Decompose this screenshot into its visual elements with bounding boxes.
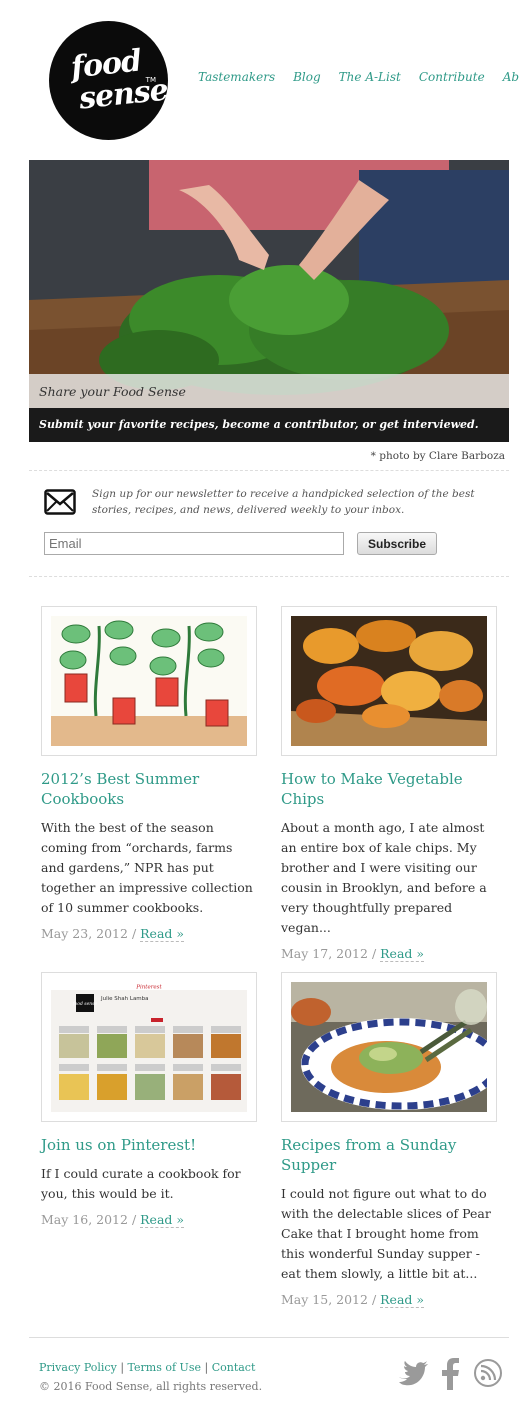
- post-meta: May 15, 2012 / Read »: [281, 1292, 497, 1308]
- newsletter-description: Sign up for our newsletter to receive a …: [92, 488, 475, 516]
- post-thumbnail[interactable]: [281, 972, 497, 1122]
- read-more-link[interactable]: Read »: [140, 926, 185, 942]
- footer-divider: [29, 1337, 509, 1338]
- post-meta: May 23, 2012 / Read »: [41, 926, 257, 942]
- post-excerpt: If I could curate a cookbook for you, th…: [41, 1166, 241, 1201]
- footer-separator: |: [204, 1361, 209, 1374]
- hero-subcaption: Submit your favorite recipes, become a c…: [29, 408, 509, 442]
- post-title[interactable]: How to Make Vegetable Chips: [281, 769, 497, 809]
- food-sense-logo[interactable]: food sense TM: [49, 21, 169, 140]
- post-card: How to Make Vegetable Chips About a mont…: [281, 606, 497, 962]
- divider-bottom: [29, 576, 509, 577]
- post-date: May 23, 2012: [41, 926, 128, 941]
- post-title[interactable]: Recipes from a Sunday Supper: [281, 1135, 497, 1175]
- read-more-link[interactable]: Read »: [380, 1292, 425, 1308]
- nav-about[interactable]: About: [503, 70, 519, 84]
- footer-links: Privacy Policy | Terms of Use | Contact: [39, 1361, 255, 1374]
- divider-top: [29, 470, 509, 471]
- post-excerpt: About a month ago, I ate almost an entir…: [281, 820, 487, 935]
- pinterest-profile-logo: food sense: [72, 1001, 98, 1007]
- post-card: Recipes from a Sunday Supper I could not…: [281, 972, 497, 1308]
- subscribe-button[interactable]: Subscribe: [357, 532, 437, 555]
- post-excerpt: With the best of the season coming from …: [41, 820, 253, 915]
- copyright: © 2016 Food Sense, all rights reserved.: [39, 1380, 263, 1393]
- post-thumbnail[interactable]: [41, 606, 257, 756]
- post-title[interactable]: Join us on Pinterest!: [41, 1135, 257, 1155]
- nav-blog[interactable]: Blog: [293, 70, 321, 84]
- screenshot-pinterest-board: Pinterest food sense Julie Shah Lamba: [51, 982, 247, 1112]
- hero-banner[interactable]: Share your Food Sense Submit your favori…: [29, 160, 509, 442]
- photo-vegetable-chips: [291, 616, 487, 746]
- post-meta: May 16, 2012 / Read »: [41, 1212, 257, 1228]
- post-date: May 17, 2012: [281, 946, 368, 961]
- contact-link[interactable]: Contact: [212, 1361, 256, 1374]
- pinterest-wordmark: Pinterest: [135, 985, 162, 991]
- post-excerpt: I could not figure out what to do with t…: [281, 1186, 491, 1281]
- post-meta: May 17, 2012 / Read »: [281, 946, 497, 962]
- post-title[interactable]: 2012’s Best Summer Cookbooks: [41, 769, 257, 809]
- illustration-book-plants: [51, 616, 247, 746]
- photo-credit: * photo by Clare Barboza: [370, 450, 505, 462]
- logo-trademark: TM: [145, 76, 156, 84]
- main-nav: Tastemakers Blog The A-List Contribute A…: [198, 70, 519, 84]
- terms-of-use-link[interactable]: Terms of Use: [128, 1361, 201, 1374]
- post-date: May 15, 2012: [281, 1292, 368, 1307]
- envelope-icon: [44, 489, 76, 515]
- facebook-icon[interactable]: [440, 1358, 460, 1390]
- privacy-policy-link[interactable]: Privacy Policy: [39, 1361, 117, 1374]
- date-separator: /: [131, 1212, 137, 1227]
- nav-tastemakers[interactable]: Tastemakers: [198, 70, 275, 84]
- nav-the-a-list[interactable]: The A-List: [339, 70, 401, 84]
- twitter-icon[interactable]: [397, 1358, 429, 1388]
- post-thumbnail[interactable]: Pinterest food sense Julie Shah Lamba: [41, 972, 257, 1122]
- post-card: Pinterest food sense Julie Shah Lamba Jo…: [41, 972, 257, 1228]
- hero-caption: Share your Food Sense: [29, 374, 509, 408]
- read-more-link[interactable]: Read »: [380, 946, 425, 962]
- post-date: May 16, 2012: [41, 1212, 128, 1227]
- post-card: 2012’s Best Summer Cookbooks With the be…: [41, 606, 257, 942]
- date-separator: /: [131, 926, 137, 941]
- pinterest-profile-name: Julie Shah Lamba: [100, 996, 149, 1002]
- email-field[interactable]: [44, 532, 344, 555]
- footer-separator: |: [120, 1361, 125, 1374]
- date-separator: /: [371, 1292, 377, 1307]
- date-separator: /: [371, 946, 377, 961]
- nav-contribute[interactable]: Contribute: [419, 70, 485, 84]
- photo-sunday-supper-plate: [291, 982, 487, 1112]
- rss-icon[interactable]: [473, 1358, 503, 1388]
- post-thumbnail[interactable]: [281, 606, 497, 756]
- read-more-link[interactable]: Read »: [140, 1212, 185, 1228]
